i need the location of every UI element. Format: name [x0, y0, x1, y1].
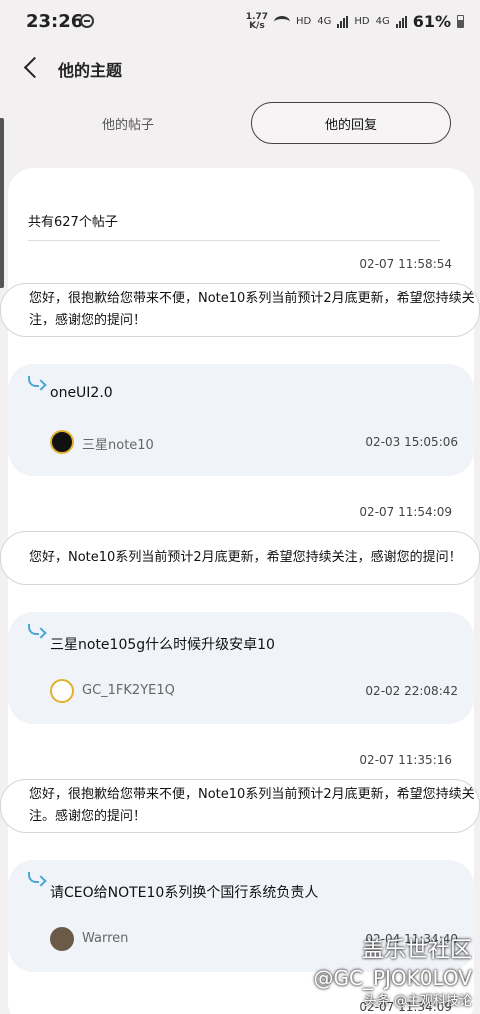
avatar[interactable] [50, 679, 74, 703]
signal-icon [337, 15, 349, 28]
network-speed: 1.77 K/s [245, 11, 268, 31]
reply-bubble[interactable]: 您好，很抱歉给您带来不便，Note10系列当前预计2月底更新，希望您持续关注，感… [0, 283, 480, 337]
quoted-user-name[interactable]: 三星note10 [82, 434, 154, 453]
reply-time: 02-07 11:35:16 [359, 753, 452, 767]
quoted-post-title[interactable]: 请CEO给NOTE10系列换个国行系统负责人 [50, 882, 318, 902]
app-header: 他的主题 [0, 44, 480, 92]
do-not-disturb-icon [80, 14, 94, 28]
battery-icon [457, 15, 464, 28]
reply-bubble[interactable]: 您好，Note10系列当前预计2月底更新，希望您持续关注，感谢您的提问！ [0, 531, 480, 585]
scrollbar[interactable] [0, 118, 4, 288]
quoted-post-time: 02-02 22:08:42 [365, 684, 458, 698]
back-arrow-icon[interactable] [22, 56, 42, 80]
reply-text: 您好，很抱歉给您带来不便，Note10系列当前预计2月底更新，希望您持续关注，感… [29, 291, 475, 328]
reply-text: 您好，很抱歉给您带来不便，Note10系列当前预计2月底更新，希望您持续关注。感… [29, 787, 475, 824]
quoted-post-time: 02-03 15:05:06 [365, 435, 458, 449]
network-type: 4G [375, 16, 390, 27]
network-type: 4G [317, 16, 332, 27]
reply-arrow-icon [28, 376, 48, 394]
avatar[interactable] [50, 927, 74, 951]
tab-bar: 他的帖子 他的回复 [0, 102, 480, 146]
watermark-title: 盖乐世社区 [361, 938, 472, 963]
page-title: 他的主题 [58, 61, 123, 80]
reply-time: 02-07 11:58:54 [359, 257, 452, 271]
quoted-post-title[interactable]: 三星note105g什么时候升级安卓10 [50, 634, 275, 654]
quoted-post[interactable] [8, 612, 474, 724]
status-bar: 23:26 1.77 K/s HD 4G HD 4G 61% [0, 0, 480, 44]
reply-text: 您好，Note10系列当前预计2月底更新，希望您持续关注，感谢您的提问！ [29, 550, 462, 565]
reply-bubble[interactable]: 您好，很抱歉给您带来不便，Note10系列当前预计2月底更新，希望您持续关注。感… [0, 779, 480, 833]
status-time: 23:26 [26, 11, 84, 32]
reply-arrow-icon [28, 624, 48, 642]
tab-his-posts[interactable]: 他的帖子 [28, 102, 228, 144]
quoted-post[interactable] [8, 364, 474, 476]
signal-icon [395, 15, 407, 28]
avatar[interactable] [50, 430, 74, 454]
watermark-source: 头条 @主观科技论 [363, 994, 472, 1009]
tab-his-replies[interactable]: 他的回复 [251, 102, 451, 144]
wifi-icon [273, 15, 290, 28]
hd-label: HD [354, 16, 370, 27]
watermark-handle: @GC_PJOK0LOV [313, 966, 472, 990]
status-icons: 1.77 K/s HD 4G HD 4G 61% [246, 12, 464, 31]
post-count: 共有627个帖子 [28, 215, 118, 230]
divider [28, 240, 440, 241]
battery-percent: 61% [412, 12, 451, 31]
quoted-user-name[interactable]: Warren [82, 931, 128, 946]
reply-time: 02-07 11:54:09 [359, 505, 452, 519]
hd-label: HD [295, 16, 312, 27]
reply-arrow-icon [28, 872, 48, 890]
quoted-post-title[interactable]: oneUI2.0 [50, 385, 113, 401]
quoted-user-name[interactable]: GC_1FK2YE1Q [82, 683, 175, 698]
